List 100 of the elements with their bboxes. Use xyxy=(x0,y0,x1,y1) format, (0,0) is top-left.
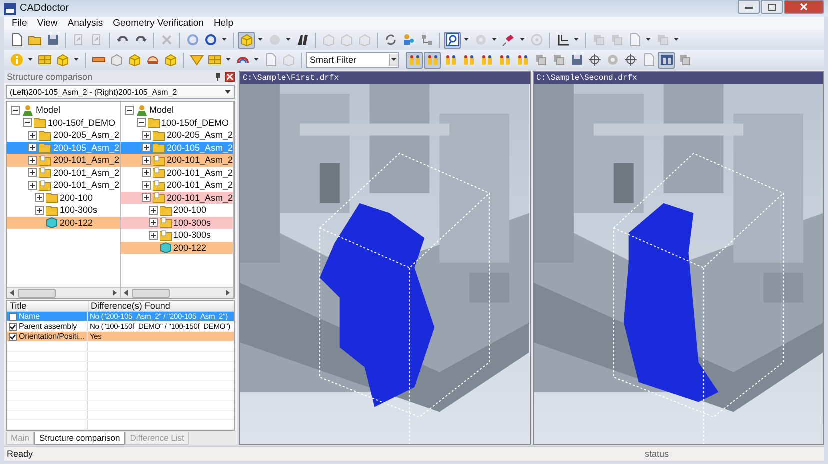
menu-item[interactable]: Help xyxy=(214,18,234,29)
collapse-icon[interactable] xyxy=(136,118,146,128)
grid-icon xyxy=(38,53,52,67)
pin-icon[interactable] xyxy=(215,73,221,81)
expand-icon[interactable] xyxy=(148,230,158,240)
caret-icon[interactable] xyxy=(28,58,33,62)
document-icon xyxy=(264,53,278,67)
tree-item[interactable]: 200-205_Asm_2 xyxy=(120,129,233,142)
tree-item[interactable]: 200-205_Asm_2 xyxy=(7,129,120,142)
minimize-icon xyxy=(745,4,753,10)
caret-icon[interactable] xyxy=(464,38,469,42)
cube-icon xyxy=(56,53,70,67)
tree-item[interactable]: 100-300s xyxy=(120,216,233,229)
tab[interactable]: Structure comparison xyxy=(34,432,126,445)
tree-item[interactable]: 200-101_Asm_2 xyxy=(7,179,120,192)
caret-icon[interactable] xyxy=(225,90,231,94)
folder-icon xyxy=(160,230,172,241)
tree-item[interactable]: 200-100 xyxy=(120,204,233,216)
horizontal-scrollbar[interactable] xyxy=(120,287,233,298)
tree-item[interactable]: Model xyxy=(7,104,120,116)
figures-icon xyxy=(462,53,476,67)
tree-item[interactable]: 200-100 xyxy=(7,192,120,204)
folder-icon xyxy=(152,167,165,178)
caret-icon[interactable] xyxy=(258,38,263,42)
expand-icon[interactable] xyxy=(28,156,38,165)
comparison-dropdown[interactable]: (Left)200-105_Asm_2 - (Right)200-105_Asm_2 xyxy=(6,85,235,99)
difference-title: Name xyxy=(19,312,40,322)
toolbar-button[interactable] xyxy=(406,52,423,68)
menu-item[interactable]: File xyxy=(12,18,28,29)
minimize-button[interactable] xyxy=(738,0,760,14)
squares-icon xyxy=(610,33,624,47)
tree-item[interactable]: 200-101_Asm_2 xyxy=(7,166,120,179)
menu-item[interactable]: Analysis xyxy=(68,18,104,29)
folder-icon xyxy=(152,154,165,166)
tree-item[interactable]: Model xyxy=(120,104,233,116)
expand-icon[interactable] xyxy=(28,130,38,140)
close-button[interactable] xyxy=(784,0,824,14)
filter-dropdown[interactable]: Smart Filter xyxy=(306,52,399,68)
tree-item[interactable]: 200-101_Asm_2 xyxy=(120,154,233,166)
maximize-button[interactable] xyxy=(761,0,783,14)
toolbar-button[interactable] xyxy=(444,32,461,48)
tree-item[interactable]: 200-101_Asm_2 xyxy=(120,166,233,179)
toolbar-button[interactable] xyxy=(424,52,441,68)
scroll-left-icon[interactable] xyxy=(124,290,128,296)
checkbox[interactable] xyxy=(9,322,17,331)
expand-icon[interactable] xyxy=(148,206,158,215)
caret-icon[interactable] xyxy=(389,54,398,66)
column-header[interactable]: Difference(s) Found xyxy=(89,301,234,311)
expand-icon[interactable] xyxy=(142,180,151,190)
tree-item[interactable]: 200-122 xyxy=(7,216,120,229)
tree-item[interactable]: 200-101_Asm_2 xyxy=(7,154,120,166)
panes-icon xyxy=(660,53,674,67)
expand-icon[interactable] xyxy=(142,130,151,140)
expand-icon[interactable] xyxy=(142,168,151,178)
checkbox[interactable] xyxy=(9,312,17,321)
box-icon xyxy=(110,53,124,67)
expand-icon[interactable] xyxy=(28,180,38,190)
triangle-icon xyxy=(190,53,204,67)
tree-item[interactable]: 200-122 xyxy=(120,242,233,254)
tree-item[interactable]: 100-150f_DEMO xyxy=(120,116,233,129)
caret-icon[interactable] xyxy=(254,58,259,62)
toolbar-button[interactable] xyxy=(622,52,639,68)
close-button[interactable] xyxy=(225,72,235,82)
scroll-left-icon[interactable] xyxy=(10,290,14,296)
expand-icon[interactable] xyxy=(28,143,38,152)
menu-item[interactable]: Geometry Verification xyxy=(113,18,204,29)
toolbar-button[interactable] xyxy=(586,52,603,68)
cube-icon xyxy=(128,53,142,67)
collapse-icon[interactable] xyxy=(11,106,20,115)
caret-icon[interactable] xyxy=(226,58,231,62)
expand-icon[interactable] xyxy=(35,193,44,202)
scroll-right-icon[interactable] xyxy=(226,290,230,296)
tree-item[interactable]: 100-150f_DEMO xyxy=(7,116,120,129)
expand-icon[interactable] xyxy=(148,218,158,228)
column-header[interactable]: Title xyxy=(7,301,89,311)
expand-icon[interactable] xyxy=(35,206,44,215)
tree-item[interactable]: 200-101_Asm_2 xyxy=(120,192,233,204)
menu-item[interactable]: View xyxy=(37,18,58,29)
caret-icon[interactable] xyxy=(222,38,227,42)
toolbar-button[interactable] xyxy=(658,52,675,68)
expand-icon[interactable] xyxy=(142,156,151,165)
scroll-right-icon[interactable] xyxy=(112,290,116,296)
collapse-icon[interactable] xyxy=(124,106,134,115)
tree-item[interactable]: 100-300s xyxy=(7,204,120,216)
caret-icon[interactable] xyxy=(74,58,79,62)
box-icon xyxy=(358,33,372,47)
checkbox[interactable] xyxy=(9,332,17,341)
horizontal-scrollbar[interactable] xyxy=(7,287,120,298)
cube-icon xyxy=(164,53,178,67)
caret-icon[interactable] xyxy=(574,38,579,42)
expand-icon[interactable] xyxy=(142,143,151,152)
caret-icon[interactable] xyxy=(520,38,525,42)
tree-item[interactable]: 100-300s xyxy=(120,229,233,242)
expand-icon[interactable] xyxy=(28,168,38,178)
folder-icon xyxy=(39,154,52,166)
cube-icon xyxy=(46,217,58,228)
collapse-icon[interactable] xyxy=(23,118,32,128)
expand-icon[interactable] xyxy=(142,193,151,202)
crosshair-icon xyxy=(624,53,638,67)
tree-item[interactable]: 200-101_Asm_2 xyxy=(120,179,233,192)
